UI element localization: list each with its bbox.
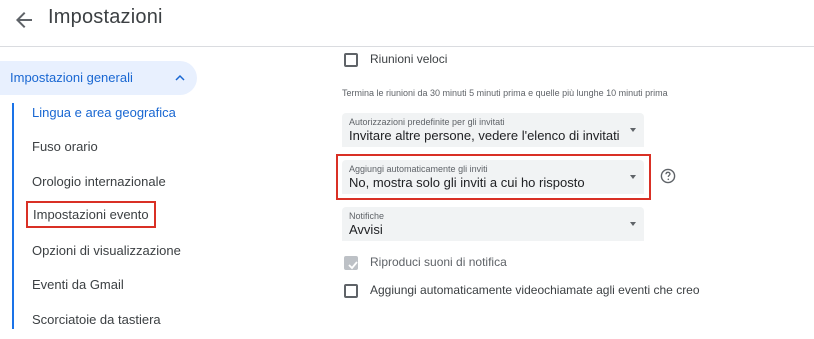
notification-sounds-checkbox[interactable] [344,256,358,270]
dropdown-arrow-icon [630,128,636,132]
arrow-back-icon[interactable] [12,8,36,32]
settings-sidebar: Impostazioni generali Lingua e area geog… [0,47,220,339]
notification-sounds-label: Riproduci suoni di notifica [370,255,507,269]
top-bar: Impostazioni [0,0,814,44]
page-title: Impostazioni [48,6,163,28]
sidebar-item-view-options[interactable]: Opzioni di visualizzazione [32,243,181,258]
video-calls-label: Aggiungi automaticamente videochiamate a… [370,283,700,297]
sidebar-item-language[interactable]: Lingua e area geografica [32,105,176,120]
sidebar-item-keyboard-shortcuts[interactable]: Scorciatoie da tastiera [32,312,161,327]
checkmark-icon [348,261,358,270]
sidebar-group-label: Impostazioni generali [10,70,133,85]
speedy-meetings-hint: Termina le riunioni da 30 minuti 5 minut… [342,88,668,98]
notifications-value: Avvisi [349,222,383,237]
notifications-select[interactable]: Notifiche Avvisi [342,207,644,241]
notifications-label: Notifiche [349,211,385,221]
guest-permissions-value: Invitare altre persone, vedere l'elenco … [349,128,620,143]
guest-permissions-select[interactable]: Autorizzazioni predefinite per gli invit… [342,113,644,147]
speedy-meetings-label: Riunioni veloci [370,52,448,66]
sidebar-item-gmail-events[interactable]: Eventi da Gmail [32,277,124,292]
guest-permissions-label: Autorizzazioni predefinite per gli invit… [349,117,505,127]
sidebar-group-general[interactable]: Impostazioni generali [0,61,197,95]
chevron-up-icon [175,74,185,81]
help-circle-icon[interactable] [660,168,676,184]
auto-invites-highlight [336,154,651,200]
sidebar-item-timezone[interactable]: Fuso orario [32,139,98,154]
sidebar-item-world-clock[interactable]: Orologio internazionale [32,174,166,189]
sidebar-item-event-settings[interactable]: Impostazioni evento [26,201,156,228]
speedy-meetings-checkbox[interactable] [344,53,358,67]
dropdown-arrow-icon [630,222,636,226]
video-calls-checkbox[interactable] [344,284,358,298]
sidebar-active-indicator [12,103,14,329]
